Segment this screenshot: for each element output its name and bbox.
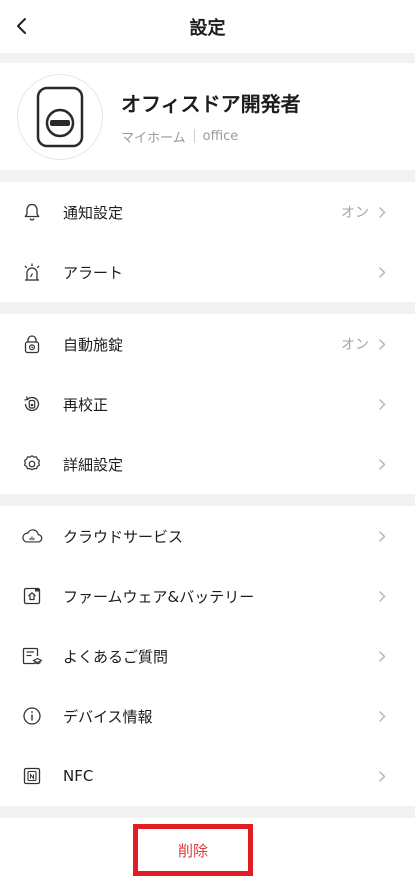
settings-group-device: クラウドサービス ファームウェア&バッテリー よくあるご質問 デバイス情報 NF… <box>0 506 415 806</box>
chevron-right-icon <box>377 649 387 663</box>
chevron-left-icon <box>17 18 26 34</box>
chevron-right-icon <box>377 337 387 351</box>
chevron-right-icon <box>377 709 387 723</box>
back-button[interactable] <box>8 12 36 40</box>
firmware-icon <box>21 585 43 607</box>
device-name: オフィスドア開発者 <box>121 91 301 116</box>
settings-group-lock: 自動施錠 オン 再校正 詳細設定 <box>0 314 415 494</box>
top-bar: 設定 <box>0 0 415 53</box>
chevron-right-icon <box>377 205 387 219</box>
row-label: よくあるご質問 <box>63 647 169 666</box>
settings-group-notifications: 通知設定 オン アラート <box>0 182 415 302</box>
device-profile[interactable]: オフィスドア開発者 マイホーム office <box>0 63 415 170</box>
chevron-right-icon <box>377 265 387 279</box>
faq-icon <box>21 645 43 667</box>
row-label: 自動施錠 <box>63 335 124 354</box>
divider <box>193 129 195 143</box>
row-notification-settings[interactable]: 通知設定 オン <box>0 182 415 242</box>
nfc-icon <box>21 765 43 787</box>
auto-lock-icon <box>21 333 43 355</box>
smart-lock-icon <box>36 86 84 147</box>
recalibrate-icon <box>21 393 43 415</box>
row-label: クラウドサービス <box>63 527 184 546</box>
bell-icon <box>21 201 43 223</box>
row-label: アラート <box>63 263 124 282</box>
row-label: 再校正 <box>63 395 109 414</box>
row-auto-lock[interactable]: 自動施錠 オン <box>0 314 415 374</box>
row-label: ファームウェア&バッテリー <box>63 587 255 606</box>
row-device-info[interactable]: デバイス情報 <box>0 686 415 746</box>
row-cloud-service[interactable]: クラウドサービス <box>0 506 415 566</box>
room-name: office <box>202 128 239 144</box>
chevron-right-icon <box>377 397 387 411</box>
row-alert[interactable]: アラート <box>0 242 415 302</box>
row-firmware-battery[interactable]: ファームウェア&バッテリー <box>0 566 415 626</box>
chevron-right-icon <box>377 769 387 783</box>
row-value: オン <box>341 205 369 221</box>
row-label: 詳細設定 <box>63 455 124 474</box>
info-icon <box>21 705 43 727</box>
row-nfc[interactable]: NFC <box>0 746 415 806</box>
row-label: デバイス情報 <box>63 707 153 726</box>
home-name: マイホーム <box>121 130 186 146</box>
device-avatar <box>17 73 103 160</box>
row-label: NFC <box>63 767 94 785</box>
gear-icon <box>21 453 43 475</box>
page-title: 設定 <box>189 17 226 39</box>
cloud-icon <box>21 525 43 547</box>
alarm-siren-icon <box>21 261 43 283</box>
device-location: マイホーム office <box>121 127 301 146</box>
row-faq[interactable]: よくあるご質問 <box>0 626 415 686</box>
chevron-right-icon <box>377 589 387 603</box>
row-label: 通知設定 <box>63 203 124 222</box>
chevron-right-icon <box>377 529 387 543</box>
chevron-right-icon <box>377 457 387 471</box>
row-value: オン <box>341 337 369 353</box>
delete-button[interactable]: 削除 <box>133 824 253 876</box>
row-advanced-settings[interactable]: 詳細設定 <box>0 434 415 494</box>
row-recalibrate[interactable]: 再校正 <box>0 374 415 434</box>
delete-section: 削除 <box>0 818 415 884</box>
